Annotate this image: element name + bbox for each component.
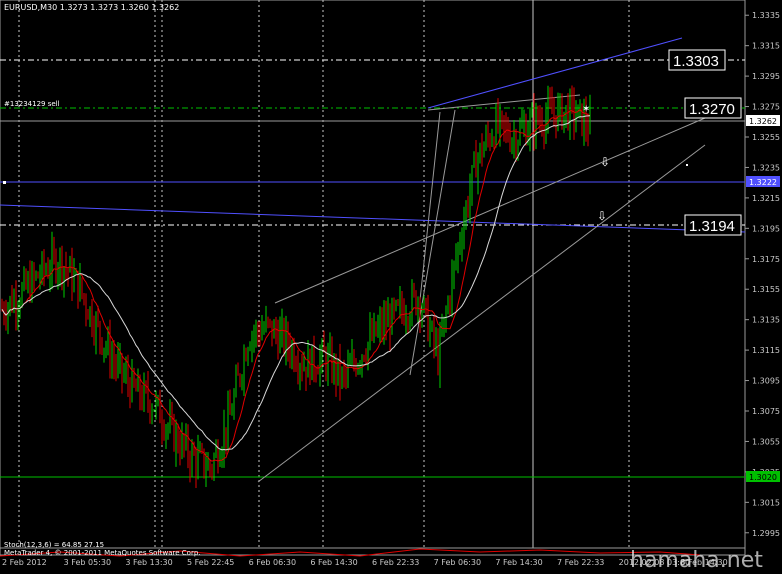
time-tick-label: 2 Feb 2012 xyxy=(2,558,47,567)
price-tag-text: 1.3222 xyxy=(749,178,777,187)
time-tick-label: 7 Feb 06:30 xyxy=(434,558,481,567)
chart-window[interactable]: ⇩ ⇩ ✶ EURUSD,M30 1.3273 1.3273 1.3260 1.… xyxy=(0,0,782,573)
level-box-value: 1.3303 xyxy=(673,53,719,70)
time-tick-label: 3 Feb 05:30 xyxy=(64,558,111,567)
copyright-label: MetaTrader 4, © 2001-2011 MetaQuotes Sof… xyxy=(4,549,201,557)
price-tick-label: 1.3315 xyxy=(752,42,780,51)
price-tick-label: 1.2995 xyxy=(752,529,780,538)
chart-header: EURUSD,M30 1.3273 1.3273 1.3260 1.3262 xyxy=(4,3,179,12)
price-tick-label: 1.3115 xyxy=(752,346,780,355)
star-icon: ✶ xyxy=(582,104,590,115)
price-tick-label: 1.3095 xyxy=(752,377,780,386)
level-box-value: 1.3194 xyxy=(689,218,735,235)
point-marker xyxy=(3,181,6,184)
price-tag-blue: 1.3222 xyxy=(746,176,780,187)
price-tick-label: 1.3075 xyxy=(752,407,780,416)
price-tag-green: 1.3020 xyxy=(746,471,780,482)
price-tag-current: 1.3262 xyxy=(746,115,780,126)
price-tick-label: 1.3155 xyxy=(752,285,780,294)
time-tick-label: 6 Feb 14:30 xyxy=(310,558,357,567)
time-tick-label: 6 Feb 22:33 xyxy=(372,558,419,567)
watermark: hamaha.net xyxy=(630,548,763,570)
level-box-1[interactable]: 1.3303 xyxy=(668,49,726,71)
indicator-label: Stoch(12,3,6) = 64.85 27.15 xyxy=(4,541,104,549)
price-tick-label: 1.3195 xyxy=(752,224,780,233)
price-tick-label: 1.3295 xyxy=(752,72,780,81)
point-marker xyxy=(686,164,688,166)
price-tag-text: 1.3262 xyxy=(749,117,777,126)
price-tick-label: 1.3215 xyxy=(752,194,780,203)
level-box-value: 1.3270 xyxy=(689,101,735,118)
price-tick-label: 1.3135 xyxy=(752,316,780,325)
price-tick-label: 1.3055 xyxy=(752,437,780,446)
time-tick-label: 7 Feb 22:33 xyxy=(557,558,604,567)
price-tick-label: 1.3275 xyxy=(752,103,780,112)
time-tick-label: 5 Feb 22:45 xyxy=(187,558,234,567)
price-tick-label: 1.3175 xyxy=(752,255,780,264)
price-chart[interactable]: ⇩ ⇩ ✶ EURUSD,M30 1.3273 1.3273 1.3260 1.… xyxy=(0,0,782,573)
price-tick-label: 1.3255 xyxy=(752,133,780,142)
plot-frame xyxy=(0,0,746,556)
time-tick-label: 3 Feb 13:30 xyxy=(125,558,172,567)
order-label: #13234129 sell xyxy=(4,100,60,108)
time-axis[interactable]: 2 Feb 2012 3 Feb 05:30 3 Feb 13:30 5 Feb 22… xyxy=(2,558,728,567)
price-tick-label: 1.3235 xyxy=(752,163,780,172)
level-box-2[interactable]: 1.3270 xyxy=(684,97,742,119)
time-tick-label: 7 Feb 14:30 xyxy=(495,558,542,567)
down-arrow-icon: ⇩ xyxy=(600,155,610,169)
price-axis[interactable]: 1.3335 1.3315 1.3295 1.3275 1.3255 1.3235 1.32… xyxy=(745,11,780,538)
time-tick-label: 6 Feb 06:30 xyxy=(249,558,296,567)
down-arrow-icon: ⇩ xyxy=(597,209,607,223)
price-tick-label: 1.3335 xyxy=(752,11,780,20)
price-tag-text: 1.3020 xyxy=(749,473,777,482)
price-tick-label: 1.3015 xyxy=(752,498,780,507)
level-box-3[interactable]: 1.3194 xyxy=(684,214,742,236)
